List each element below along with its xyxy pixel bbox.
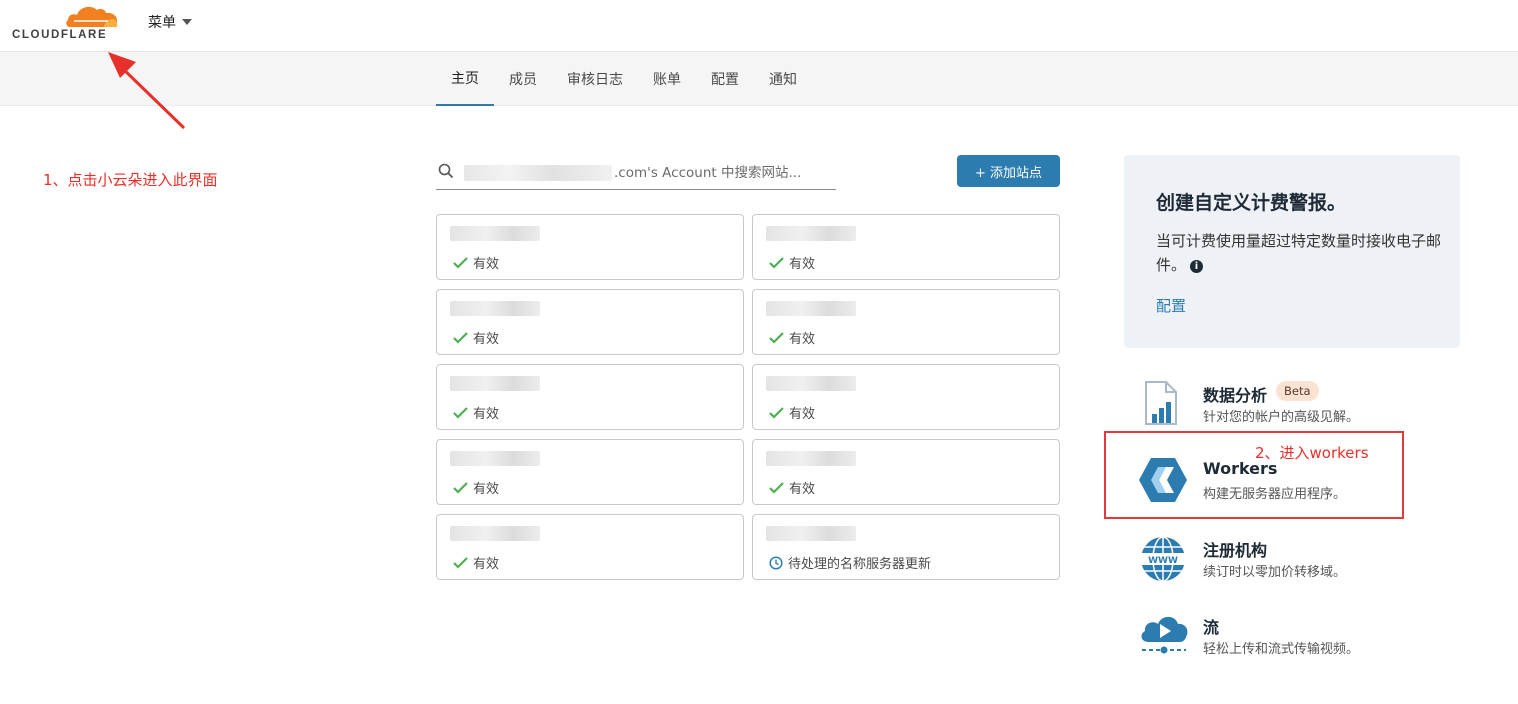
product-title: 流	[1203, 618, 1220, 637]
site-search	[436, 156, 836, 190]
workers-icon	[1138, 457, 1190, 509]
check-icon	[453, 331, 468, 344]
search-input[interactable]	[612, 157, 832, 188]
site-card[interactable]: 有效	[436, 214, 744, 280]
product-title: 注册机构	[1203, 541, 1268, 560]
caret-down-icon	[182, 19, 192, 25]
site-card[interactable]: 有效	[436, 364, 744, 430]
beta-badge: Beta	[1276, 381, 1319, 401]
check-icon	[769, 406, 784, 419]
site-status: 待处理的名称服务器更新	[769, 553, 931, 572]
status-text: 有效	[473, 257, 500, 272]
site-card[interactable]: 有效	[436, 439, 744, 505]
site-status: 有效	[453, 403, 499, 422]
site-card[interactable]: 有效	[752, 214, 1060, 280]
status-text: 有效	[789, 407, 816, 422]
clock-icon	[769, 555, 783, 570]
check-icon	[453, 256, 468, 269]
stream-cloud-icon	[1138, 612, 1190, 664]
site-status: 有效	[453, 478, 499, 497]
status-text: 有效	[473, 482, 500, 497]
www-globe-icon: WWW	[1138, 535, 1190, 587]
redacted-site-name	[450, 526, 540, 541]
product-title: Workers	[1203, 459, 1278, 478]
menu-dropdown[interactable]: 菜单	[148, 12, 192, 32]
check-icon	[769, 331, 784, 344]
redacted-site-name	[450, 301, 540, 316]
redacted-site-name	[766, 301, 856, 316]
check-icon	[453, 556, 468, 569]
product-description: 轻松上传和流式传输视频。	[1203, 642, 1360, 657]
site-card[interactable]: 有效	[752, 439, 1060, 505]
redacted-site-name	[766, 376, 856, 391]
product-stream[interactable]: 流 轻松上传和流式传输视频。	[1138, 612, 1438, 672]
annotation-step1: 1、点击小云朵进入此界面	[43, 171, 218, 189]
check-icon	[769, 256, 784, 269]
account-nav: 主页 成员 审核日志 账单 配置 通知	[0, 52, 1518, 106]
tab-configurations[interactable]: 配置	[696, 52, 754, 106]
tab-billing[interactable]: 账单	[638, 52, 696, 106]
site-card[interactable]: 有效	[436, 289, 744, 355]
site-status: 有效	[769, 478, 815, 497]
status-text: 有效	[473, 557, 500, 572]
svg-text:WWW: WWW	[1148, 556, 1178, 566]
redacted-site-name	[450, 226, 540, 241]
status-text: 有效	[789, 332, 816, 347]
redacted-site-name	[450, 451, 540, 466]
alert-description: 当可计费使用量超过特定数量时接收电子邮件。 i	[1156, 229, 1446, 277]
analytics-icon	[1138, 380, 1190, 432]
info-icon[interactable]: i	[1190, 260, 1204, 273]
product-description: 构建无服务器应用程序。	[1203, 487, 1347, 502]
annotation-arrow-icon	[108, 52, 186, 130]
product-description: 续订时以零加价转移域。	[1203, 565, 1347, 580]
tab-members[interactable]: 成员	[494, 52, 552, 106]
site-status: 有效	[769, 403, 815, 422]
nav-tabs: 主页 成员 审核日志 账单 配置 通知	[436, 52, 812, 106]
status-text: 待处理的名称服务器更新	[788, 557, 932, 572]
status-text: 有效	[473, 407, 500, 422]
alert-title: 创建自定义计费警报。	[1156, 192, 1347, 214]
site-status: 有效	[453, 328, 499, 347]
product-analytics[interactable]: 数据分析 Beta 针对您的帐户的高级见解。	[1138, 380, 1438, 440]
tab-notifications[interactable]: 通知	[754, 52, 812, 106]
configure-link[interactable]: 配置	[1156, 295, 1186, 316]
check-icon	[453, 481, 468, 494]
menu-label: 菜单	[148, 15, 176, 31]
product-registrar[interactable]: WWW 注册机构 续订时以零加价转移域。	[1138, 535, 1438, 595]
product-title: 数据分析	[1203, 386, 1268, 405]
redacted-site-name	[766, 526, 856, 541]
cloudflare-logo[interactable]: CLOUDFLARE	[12, 2, 122, 42]
redacted-site-name	[766, 226, 856, 241]
check-icon	[769, 481, 784, 494]
site-grid: 有效 有效 有效 有效 有效 有效 有效 有效 有效 待处理的名称服务器更新	[436, 214, 1060, 580]
tab-home[interactable]: 主页	[436, 52, 494, 106]
tab-audit-log[interactable]: 审核日志	[552, 52, 638, 106]
redacted-site-name	[450, 376, 540, 391]
search-icon	[436, 163, 458, 183]
check-icon	[453, 406, 468, 419]
cloudflare-dashboard: CLOUDFLARE 菜单 主页 成员 审核日志 账单 配置 通知 1、点击小云…	[0, 0, 1518, 704]
redacted-account-name	[464, 164, 612, 181]
billing-alert-card: 创建自定义计费警报。 当可计费使用量超过特定数量时接收电子邮件。 i 配置	[1124, 155, 1460, 348]
status-text: 有效	[789, 482, 816, 497]
top-header: CLOUDFLARE 菜单	[0, 0, 1518, 52]
site-card[interactable]: 待处理的名称服务器更新	[752, 514, 1060, 580]
logo-wordmark: CLOUDFLARE	[12, 29, 108, 41]
redacted-site-name	[766, 451, 856, 466]
site-card[interactable]: 有效	[752, 289, 1060, 355]
site-status: 有效	[453, 553, 499, 572]
site-status: 有效	[769, 328, 815, 347]
status-text: 有效	[789, 257, 816, 272]
add-site-button[interactable]: + 添加站点	[957, 155, 1060, 187]
product-description: 针对您的帐户的高级见解。	[1203, 410, 1360, 425]
site-card[interactable]: 有效	[436, 514, 744, 580]
site-card[interactable]: 有效	[752, 364, 1060, 430]
cloud-logo-icon	[66, 6, 118, 27]
status-text: 有效	[473, 332, 500, 347]
site-status: 有效	[769, 253, 815, 272]
product-workers[interactable]: Workers 构建无服务器应用程序。	[1138, 457, 1438, 517]
site-status: 有效	[453, 253, 499, 272]
